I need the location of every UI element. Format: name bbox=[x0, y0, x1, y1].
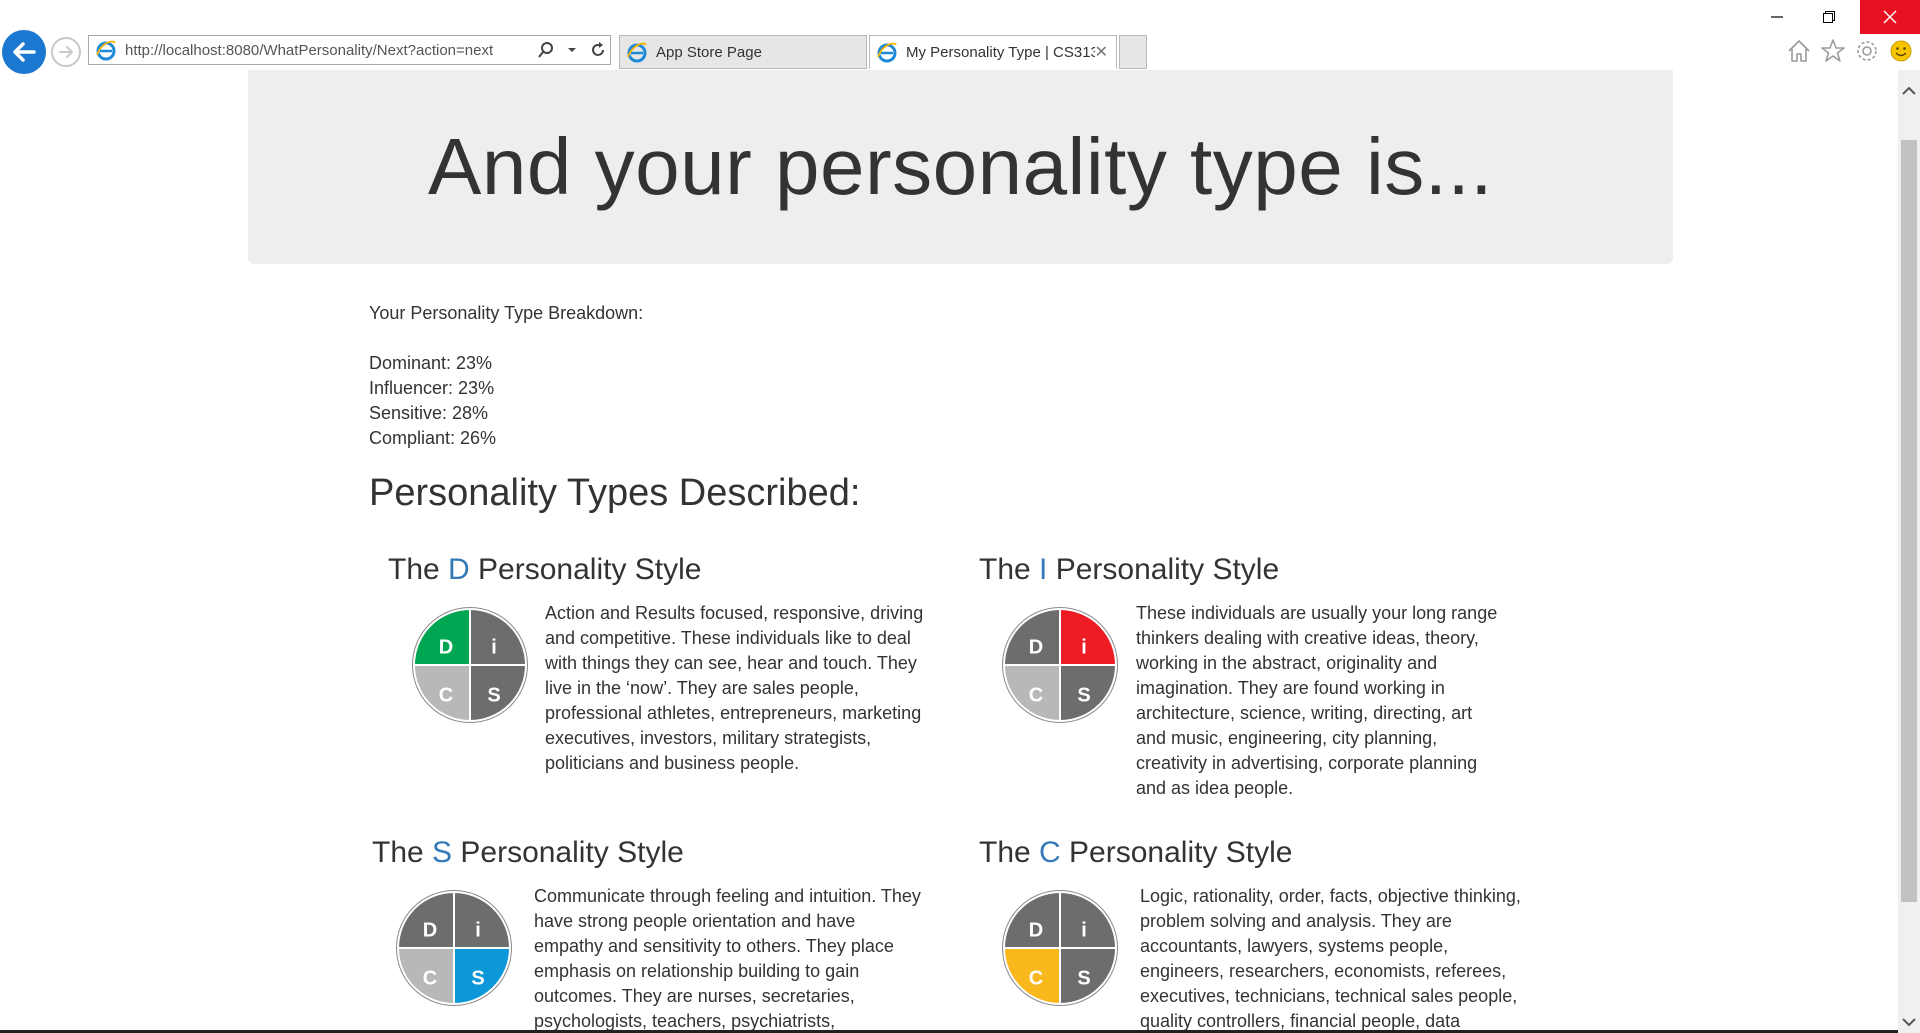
disc-wheel-s-icon: Di C S bbox=[396, 890, 512, 1006]
new-tab-button[interactable] bbox=[1119, 35, 1147, 69]
disc-letter-c: C bbox=[1029, 684, 1043, 706]
restore-icon bbox=[1823, 11, 1835, 23]
gear-icon[interactable] bbox=[1853, 37, 1881, 65]
disc-letter-c: C bbox=[439, 684, 453, 706]
personality-breakdown: Your Personality Type Breakdown: Dominan… bbox=[369, 301, 643, 451]
home-icon[interactable] bbox=[1785, 37, 1813, 65]
tab-label: My Personality Type | CS313... bbox=[906, 43, 1095, 61]
breakdown-compliant: Compliant: 26% bbox=[369, 428, 497, 448]
disc-quadrant-i bbox=[469, 607, 528, 666]
title-letter: S bbox=[432, 836, 453, 869]
disc-quadrant-i bbox=[1059, 890, 1118, 949]
tab-my-personality-type[interactable]: My Personality Type | CS313... ✕ bbox=[869, 35, 1117, 69]
disc-letter-i: i bbox=[475, 919, 481, 941]
title-prefix: The bbox=[372, 836, 433, 869]
title-prefix: The bbox=[388, 553, 449, 586]
address-bar-icons bbox=[536, 39, 608, 61]
chevron-down-icon bbox=[1902, 1018, 1916, 1027]
disc-wheel-i-icon: Di C S bbox=[1002, 607, 1118, 723]
title-prefix: The bbox=[979, 836, 1040, 869]
types-heading: Personality Types Described: bbox=[369, 472, 861, 514]
disc-letter-c: C bbox=[423, 967, 437, 989]
title-letter: D bbox=[448, 553, 470, 586]
result-banner: And your personality type is... bbox=[248, 70, 1673, 264]
breakdown-influencer: Influencer: 23% bbox=[369, 378, 495, 398]
breakdown-dominant: Dominant: 23% bbox=[369, 353, 493, 373]
disc-letter-d: D bbox=[439, 636, 453, 658]
breakdown-title: Your Personality Type Breakdown: bbox=[369, 303, 644, 323]
disc-letter-s: S bbox=[487, 684, 500, 706]
c-style-description: Logic, rationality, order, facts, object… bbox=[1140, 886, 1521, 1031]
close-icon bbox=[1883, 10, 1897, 24]
disc-letter-s: S bbox=[1077, 967, 1090, 989]
scroll-up-button[interactable] bbox=[1898, 80, 1920, 102]
title-suffix: Personality Style bbox=[1060, 836, 1293, 869]
ie-logo-icon bbox=[627, 42, 647, 63]
close-tab-icon[interactable]: ✕ bbox=[1095, 42, 1108, 62]
disc-letter-s: S bbox=[471, 967, 484, 989]
breakdown-sensitive: Sensitive: 28% bbox=[369, 403, 489, 423]
chevron-up-icon bbox=[1902, 86, 1916, 95]
tab-app-store[interactable]: App Store Page bbox=[619, 35, 867, 69]
ie-logo-icon bbox=[877, 42, 897, 63]
scroll-down-button[interactable] bbox=[1898, 1011, 1920, 1033]
minimize-icon bbox=[1771, 16, 1783, 18]
title-letter: C bbox=[1039, 836, 1061, 869]
d-style-description: Action and Results focused, responsive, … bbox=[545, 603, 924, 773]
restore-button[interactable] bbox=[1806, 0, 1852, 34]
i-style-description: These individuals are usually your long … bbox=[1136, 603, 1498, 798]
forward-button[interactable] bbox=[51, 37, 81, 67]
disc-quadrant-i bbox=[1059, 607, 1118, 666]
minimize-button[interactable] bbox=[1754, 0, 1800, 34]
disc-letter-d: D bbox=[423, 919, 437, 941]
disc-letter-i: i bbox=[491, 636, 497, 658]
c-style-title: The C Personality Style bbox=[979, 836, 1292, 870]
favorites-star-icon[interactable] bbox=[1819, 37, 1847, 65]
page-title: And your personality type is... bbox=[428, 122, 1493, 211]
title-prefix: The bbox=[979, 553, 1040, 586]
title-suffix: Personality Style bbox=[452, 836, 684, 869]
title-suffix: Personality Style bbox=[469, 553, 702, 586]
smiley-feedback-icon[interactable] bbox=[1887, 37, 1915, 65]
disc-wheel-c-icon: Di C S bbox=[1002, 890, 1118, 1006]
disc-letter-i: i bbox=[1081, 636, 1087, 658]
browser-chrome: http://localhost:8080/WhatPersonality/Ne… bbox=[0, 0, 1920, 74]
disc-quadrant-i bbox=[453, 890, 512, 949]
back-button[interactable] bbox=[2, 30, 46, 74]
vertical-scrollbar[interactable] bbox=[1898, 70, 1920, 1033]
tab-label: App Store Page bbox=[656, 43, 762, 61]
disc-letter-s: S bbox=[1077, 684, 1090, 706]
address-bar[interactable]: http://localhost:8080/WhatPersonality/Ne… bbox=[88, 35, 611, 65]
ie-logo-icon bbox=[96, 40, 116, 61]
s-style-title: The S Personality Style bbox=[372, 836, 684, 870]
disc-wheel-d-icon: Di C S bbox=[412, 607, 528, 723]
scroll-thumb[interactable] bbox=[1901, 140, 1917, 902]
refresh-icon[interactable] bbox=[588, 39, 608, 61]
disc-letter-d: D bbox=[1029, 636, 1043, 658]
arrow-left-icon bbox=[13, 42, 36, 62]
browser-toolbar bbox=[1785, 37, 1915, 65]
search-icon[interactable] bbox=[536, 39, 556, 61]
s-style-description: Communicate through feeling and intuitio… bbox=[534, 886, 921, 1031]
close-window-button[interactable] bbox=[1860, 0, 1920, 34]
d-style-title: The D Personality Style bbox=[388, 553, 701, 587]
chevron-down-icon[interactable] bbox=[562, 39, 582, 61]
i-style-title: The I Personality Style bbox=[979, 553, 1279, 587]
title-suffix: Personality Style bbox=[1047, 553, 1280, 586]
disc-letter-c: C bbox=[1029, 967, 1043, 989]
disc-letter-i: i bbox=[1081, 919, 1087, 941]
disc-letter-d: D bbox=[1029, 919, 1043, 941]
arrow-right-icon bbox=[59, 46, 73, 58]
address-url[interactable]: http://localhost:8080/WhatPersonality/Ne… bbox=[125, 42, 525, 59]
